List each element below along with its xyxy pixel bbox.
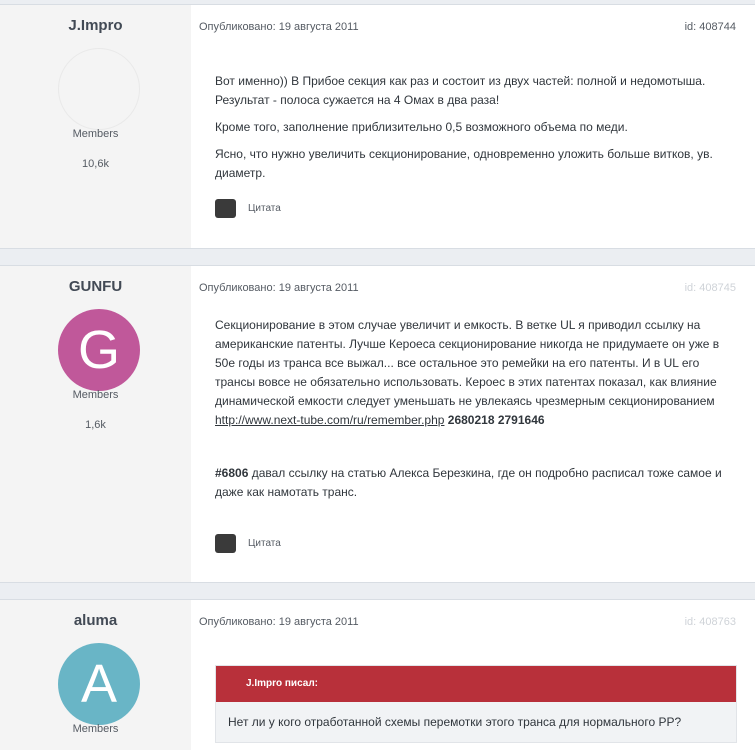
citation-text: Нет ли у кого отработанной схемы перемот… — [216, 702, 736, 742]
quote-icon — [215, 534, 236, 553]
avatar[interactable]: G — [58, 309, 140, 391]
avatar[interactable]: A — [58, 643, 140, 725]
quote-citation: J.Impro писал: Нет ли у кого отработанно… — [215, 665, 737, 743]
avatar-letter: G — [77, 320, 120, 380]
post-paragraph: Секционирование в этом случае увеличит и… — [215, 316, 741, 430]
post-paragraph: Вот именно)) В Прибое секция как раз и с… — [215, 74, 706, 107]
avatar-letter: A — [80, 654, 118, 714]
quote-icon — [215, 199, 236, 218]
post-text: давал ссылку на статью Алекса Березкина,… — [215, 466, 722, 499]
post-date[interactable]: Опубликовано: 19 августа 2011 — [199, 21, 359, 33]
post-date[interactable]: Опубликовано: 19 августа 2011 — [199, 616, 359, 628]
post-content: Опубликовано: 19 августа 2011 id: 408763… — [191, 600, 755, 750]
post-content: Опубликовано: 19 августа 2011 id: 408744… — [191, 5, 755, 248]
quote-button[interactable]: Цитата — [215, 534, 281, 553]
post-reference-link[interactable]: #6806 — [215, 466, 248, 480]
author-name[interactable]: aluma — [0, 612, 191, 629]
post-id[interactable]: id: 408745 — [685, 282, 736, 294]
member-group: Members — [72, 128, 119, 140]
post-text: Секционирование в этом случае увеличит и… — [215, 318, 720, 408]
author-panel: aluma A Members — [0, 600, 191, 750]
author-panel: GUNFU G Members 1,6k — [0, 266, 191, 582]
author-panel: J.Impro Members 10,6k — [0, 5, 191, 248]
post-paragraph: Ясно, что нужно увеличить секционировани… — [215, 147, 713, 180]
patent-numbers: 2680218 2791646 — [447, 413, 545, 427]
post: aluma A Members Опубликовано: 19 августа… — [0, 599, 755, 750]
quote-button[interactable]: Цитата — [215, 199, 281, 218]
post-id[interactable]: id: 408744 — [685, 21, 736, 33]
citation-author[interactable]: J.Impro писал: — [216, 666, 736, 702]
post-body: Вот именно)) В Прибое секция как раз и с… — [215, 72, 741, 191]
quote-label: Цитата — [248, 203, 281, 214]
post-count: 1,6k — [85, 419, 106, 431]
post-paragraph: Кроме того, заполнение приблизительно 0,… — [215, 120, 628, 134]
post: J.Impro Members 10,6k Опубликовано: 19 а… — [0, 4, 755, 249]
author-name[interactable]: J.Impro — [0, 17, 191, 34]
post-date[interactable]: Опубликовано: 19 августа 2011 — [199, 282, 359, 294]
post-id[interactable]: id: 408763 — [685, 616, 736, 628]
post: GUNFU G Members 1,6k Опубликовано: 19 ав… — [0, 265, 755, 583]
avatar[interactable] — [58, 48, 140, 130]
quote-label: Цитата — [248, 538, 281, 549]
post-count: 10,6k — [82, 158, 109, 170]
post-body: Секционирование в этом случае увеличит и… — [215, 316, 741, 510]
patent-link[interactable]: http://www.next-tube.com/ru/remember.php — [215, 413, 444, 427]
member-group: Members — [72, 389, 119, 401]
author-name[interactable]: GUNFU — [0, 278, 191, 295]
member-group: Members — [72, 723, 119, 735]
post-paragraph: #6806 давал ссылку на статью Алекса Бере… — [215, 464, 741, 502]
post-content: Опубликовано: 19 августа 2011 id: 408745… — [191, 266, 755, 582]
